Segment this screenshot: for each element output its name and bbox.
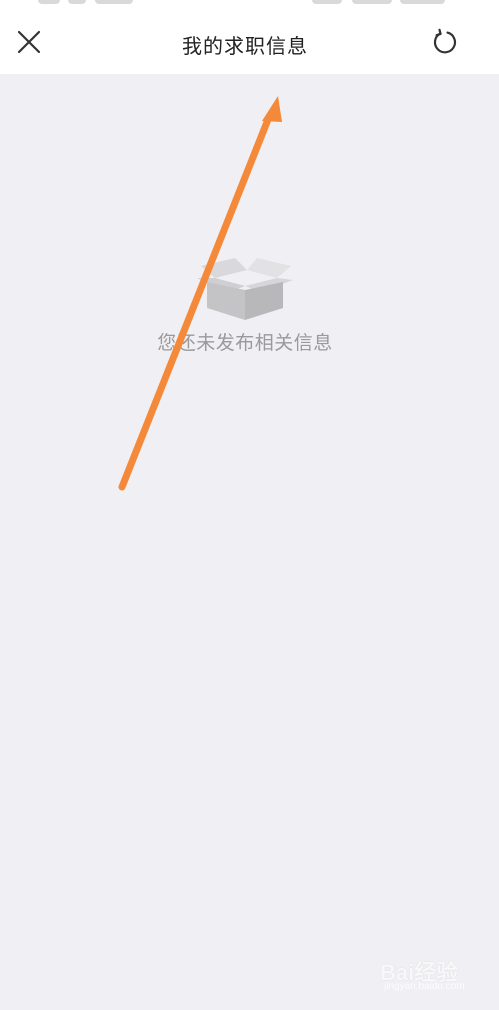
annotation-arrow [118,96,282,491]
page-title: 我的求职信息 [182,34,308,58]
top-navigation-bar: 我的求职信息 [0,0,499,74]
empty-box-icon [197,258,293,320]
status-bar-remnant [0,0,499,8]
refresh-button[interactable] [425,22,465,62]
refresh-icon [433,28,457,54]
watermark-url: jingyan.baidu.com [384,981,465,992]
empty-message: 您还未发布相关信息 [157,332,333,354]
baidu-jingyan-watermark: Bai经验 jingyan.baidu.com [380,955,492,999]
